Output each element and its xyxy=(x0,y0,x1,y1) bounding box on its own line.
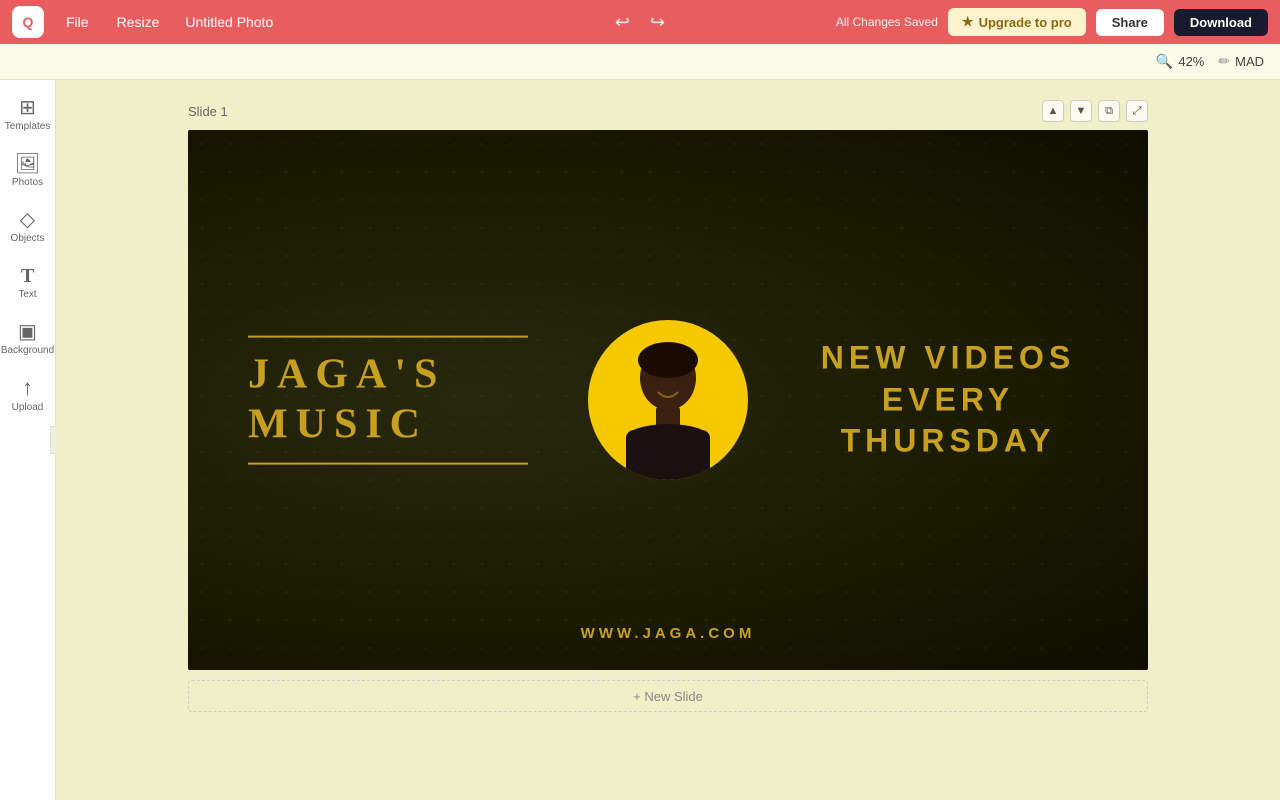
zoom-icon: 🔍 xyxy=(1156,53,1173,70)
sidebar-upload-label: Upload xyxy=(12,402,44,413)
sidebar: ⊞ Templates 🖼 Photos ◇ Objects T Text ▣ … xyxy=(0,80,56,800)
undo-button[interactable]: ↩ xyxy=(615,12,630,33)
slide-url[interactable]: WWW.JAGA.COM xyxy=(581,625,756,642)
zoom-control[interactable]: 🔍 42% xyxy=(1156,53,1204,70)
star-icon: ★ xyxy=(962,14,974,30)
slide-right-section: NEW VIDEOS EVERY THURSDAY xyxy=(808,338,1088,463)
sidebar-text-label: Text xyxy=(18,289,36,300)
zoom-value: 42% xyxy=(1178,54,1204,69)
background-icon: ▣ xyxy=(18,322,37,342)
sidebar-item-text[interactable]: T Text xyxy=(3,256,53,310)
upgrade-button[interactable]: ★ Upgrade to pro xyxy=(948,8,1086,36)
pencil-icon: ✏ xyxy=(1218,53,1230,70)
sidebar-item-templates[interactable]: ⊞ Templates xyxy=(3,88,53,142)
slide-controls: ▲ ▼ ⧉ ⤢ xyxy=(1042,100,1148,122)
new-slide-bar[interactable]: + New Slide xyxy=(188,680,1148,712)
upload-icon: ↑ xyxy=(22,377,33,399)
resize-menu[interactable]: Resize xyxy=(111,10,166,34)
slide-canvas[interactable]: JAGA'S MUSIC xyxy=(188,130,1148,670)
mad-button[interactable]: ✏ MAD xyxy=(1218,53,1264,70)
canvas-area[interactable]: Slide 1 ▲ ▼ ⧉ ⤢ JAGA'S MUSIC xyxy=(56,80,1280,800)
slide-up-button[interactable]: ▲ xyxy=(1042,100,1064,122)
top-right-actions: All Changes Saved ★ Upgrade to pro Share… xyxy=(836,8,1268,36)
redo-button[interactable]: ↪ xyxy=(650,12,665,33)
mad-label: MAD xyxy=(1235,54,1264,69)
top-bar: Q File Resize Untitled Photo ↩ ↪ All Cha… xyxy=(0,0,1280,44)
objects-icon: ◇ xyxy=(20,210,35,230)
text-icon: T xyxy=(21,266,34,286)
slide-avatar-section xyxy=(588,320,748,480)
zoom-bar: 🔍 42% ✏ MAD xyxy=(0,44,1280,80)
slide-bottom-decorative-line xyxy=(248,462,528,464)
slide-label-row: Slide 1 ▲ ▼ ⧉ ⤢ xyxy=(188,100,1148,122)
sidebar-templates-label: Templates xyxy=(5,121,51,132)
avatar-svg xyxy=(588,320,748,480)
share-button[interactable]: Share xyxy=(1096,9,1164,36)
sidebar-item-objects[interactable]: ◇ Objects xyxy=(3,200,53,254)
slide-main-title[interactable]: JAGA'S MUSIC xyxy=(248,350,588,451)
sidebar-item-upload[interactable]: ↑ Upload xyxy=(3,368,53,422)
slide-wrapper: Slide 1 ▲ ▼ ⧉ ⤢ JAGA'S MUSIC xyxy=(188,100,1148,670)
app-logo: Q xyxy=(12,6,44,38)
sidebar-objects-label: Objects xyxy=(11,233,45,244)
file-menu[interactable]: File xyxy=(60,10,95,34)
slide-copy-button[interactable]: ⧉ xyxy=(1098,100,1120,122)
photos-icon: 🖼 xyxy=(15,154,40,174)
sidebar-item-photos[interactable]: 🖼 Photos xyxy=(3,144,53,198)
undo-redo-controls: ↩ ↪ xyxy=(615,12,665,33)
slide-down-button[interactable]: ▼ xyxy=(1070,100,1092,122)
slide-title-section: JAGA'S MUSIC xyxy=(248,336,588,465)
main-layout: ⊞ Templates 🖼 Photos ◇ Objects T Text ▣ … xyxy=(0,80,1280,800)
save-status: All Changes Saved xyxy=(836,15,938,29)
slide-top-decorative-line xyxy=(248,336,528,338)
slide-new-videos-text[interactable]: NEW VIDEOS EVERY THURSDAY xyxy=(808,338,1088,463)
slide-label: Slide 1 xyxy=(188,104,228,119)
download-button[interactable]: Download xyxy=(1174,9,1268,36)
document-title[interactable]: Untitled Photo xyxy=(185,14,273,30)
slide-avatar-circle xyxy=(588,320,748,480)
sidebar-item-background[interactable]: ▣ Background xyxy=(3,312,53,366)
slide-expand-button[interactable]: ⤢ xyxy=(1126,100,1148,122)
sidebar-background-label: Background xyxy=(1,345,54,356)
templates-icon: ⊞ xyxy=(19,98,36,118)
sidebar-photos-label: Photos xyxy=(12,177,43,188)
